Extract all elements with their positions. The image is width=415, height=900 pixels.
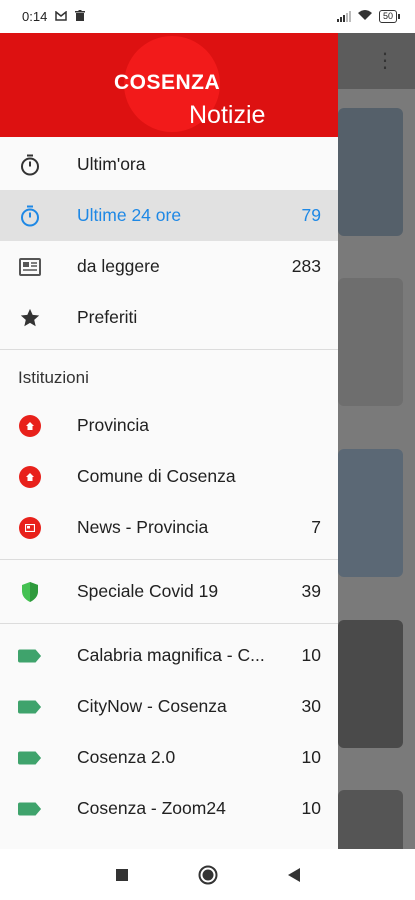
menu-item-label: da leggere <box>77 256 160 276</box>
divider <box>0 623 338 624</box>
menu-item-source[interactable]: Cosenza 2.0 10 <box>0 732 338 783</box>
menu-item-comune-di-cosenza[interactable]: Comune di Cosenza <box>0 451 338 502</box>
status-time: 0:14 <box>22 9 48 24</box>
tag-icon <box>18 746 42 770</box>
logo-subtitle: Notizie <box>189 101 266 129</box>
shield-icon <box>18 580 42 604</box>
menu-item-label: Cosenza 2.0 <box>77 747 176 767</box>
menu-item-label: Provincia <box>77 415 149 435</box>
wifi-icon <box>357 9 373 24</box>
gmail-icon <box>55 9 68 24</box>
background-app-bar: ⋮ <box>338 33 415 89</box>
news-image[interactable] <box>338 108 403 236</box>
navigation-drawer: COSENZA Notizie Ultim'ora Ultime 24 ore … <box>0 33 338 849</box>
back-button[interactable] <box>282 863 306 887</box>
trash-icon <box>75 9 86 24</box>
more-options-icon[interactable]: ⋮ <box>375 51 395 71</box>
tag-icon <box>18 644 42 668</box>
menu-item-label: Cosenza - Zoom24 <box>77 798 226 818</box>
menu-item-count: 79 <box>301 205 321 225</box>
battery-icon: 50 <box>378 10 401 23</box>
section-title-istituzioni: Istituzioni <box>18 368 89 387</box>
star-icon <box>18 306 42 330</box>
menu-item-ultime-24-ore[interactable]: Ultime 24 ore 79 <box>0 190 338 241</box>
menu-item-count: 10 <box>301 798 321 818</box>
newspaper-icon <box>18 255 42 279</box>
menu-item-source[interactable]: Cosenza - Zoom24 10 <box>0 783 338 834</box>
menu-item-count: 10 <box>301 645 321 665</box>
menu-item-da-leggere[interactable]: da leggere 283 <box>0 241 338 292</box>
logo-title: COSENZA <box>114 71 221 94</box>
recents-button[interactable] <box>110 863 134 887</box>
signal-icon <box>336 11 351 22</box>
drawer-menu: Ultim'ora Ultime 24 ore 79 da leggere 28… <box>0 137 338 834</box>
menu-item-label: Ultime 24 ore <box>77 205 182 225</box>
menu-item-count: 30 <box>301 696 321 716</box>
menu-item-label: Comune di Cosenza <box>77 466 236 486</box>
tag-icon <box>18 695 42 719</box>
home-badge-icon <box>18 414 42 438</box>
home-button[interactable] <box>196 863 220 887</box>
news-badge-icon <box>18 516 42 540</box>
status-bar: 0:14 50 <box>0 0 415 33</box>
menu-item-preferiti[interactable]: Preferiti <box>0 292 338 343</box>
home-badge-icon <box>18 465 42 489</box>
drawer-header: COSENZA Notizie <box>0 33 338 137</box>
menu-item-source[interactable]: Calabria magnifica - C... 10 <box>0 630 338 681</box>
menu-item-count: 7 <box>311 517 321 537</box>
menu-item-label: CityNow - Cosenza <box>77 696 227 716</box>
menu-item-source[interactable]: CityNow - Cosenza 30 <box>0 681 338 732</box>
divider <box>0 559 338 560</box>
menu-item-count: 39 <box>301 581 321 601</box>
stopwatch-icon <box>18 153 42 177</box>
menu-item-ultimora[interactable]: Ultim'ora <box>0 139 338 190</box>
menu-item-news-provincia[interactable]: News - Provincia 7 <box>0 502 338 553</box>
news-image[interactable] <box>338 278 403 406</box>
divider <box>0 349 338 350</box>
menu-item-count: 10 <box>301 747 321 767</box>
menu-item-label: Ultim'ora <box>77 154 146 174</box>
menu-item-label: Calabria magnifica - C... <box>77 645 265 665</box>
menu-item-provincia[interactable]: Provincia <box>0 400 338 451</box>
menu-item-count: 283 <box>291 256 321 276</box>
stopwatch-icon <box>18 204 42 228</box>
news-image[interactable] <box>338 620 403 748</box>
menu-item-label: Preferiti <box>77 307 138 327</box>
system-nav-bar <box>0 849 415 900</box>
news-image[interactable] <box>338 449 403 577</box>
tag-icon <box>18 797 42 821</box>
menu-item-label: Speciale Covid 19 <box>77 581 219 601</box>
menu-item-label: News - Provincia <box>77 517 209 537</box>
menu-item-speciale-covid[interactable]: Speciale Covid 19 39 <box>0 566 338 617</box>
news-image[interactable] <box>338 790 403 849</box>
